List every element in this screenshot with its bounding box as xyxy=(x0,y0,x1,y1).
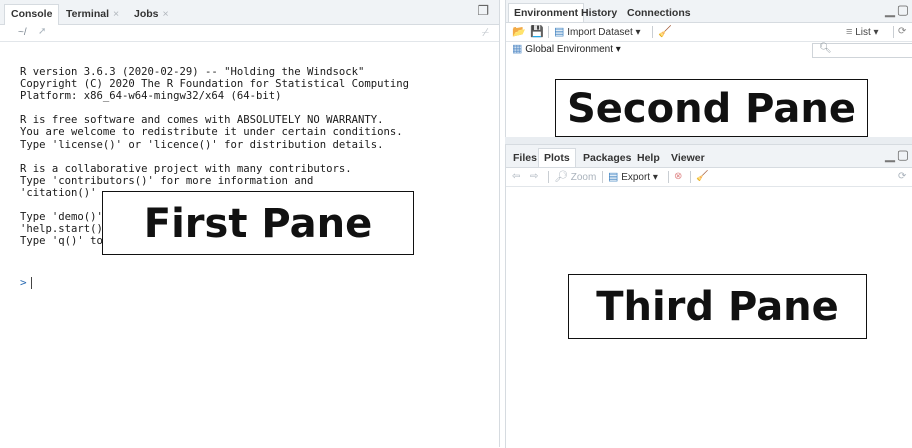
refresh-icon[interactable]: ⟳ xyxy=(898,26,906,37)
maximize-pane-icon[interactable]: ▢ xyxy=(897,2,909,18)
text-cursor xyxy=(30,277,32,289)
console-pane: Console Terminal × Jobs × ❐ ~/ ➚ ⌿ R versi… xyxy=(0,0,500,447)
toolbar-separator xyxy=(690,171,691,183)
console-line: R is free software and comes with ABSOLU… xyxy=(20,114,384,127)
clear-plots-icon[interactable]: 🧹 xyxy=(696,171,708,182)
tab-environment[interactable]: Environment xyxy=(508,3,585,22)
tab-packages[interactable]: Packages xyxy=(578,149,636,167)
tab-terminal[interactable]: Terminal × xyxy=(60,5,125,24)
zoom-button[interactable]: 🔎︎ Zoom xyxy=(554,171,596,183)
zoom-icon: 🔎︎ xyxy=(554,171,568,183)
import-dataset-icon: ▤ xyxy=(554,26,565,38)
console-subbar: ~/ ➚ ⌿ xyxy=(0,25,499,42)
tab-terminal-label: Terminal xyxy=(66,8,109,20)
load-workspace-icon[interactable]: 📂 xyxy=(512,26,526,38)
plots-toolbar: ⇦ ⇨ 🔎︎ Zoom ▤ Export ▾ ⊗ 🧹 ⟳ xyxy=(506,168,912,187)
next-plot-icon[interactable]: ⇨ xyxy=(530,171,538,182)
console-line: You are welcome to redistribute it under… xyxy=(20,126,403,139)
toolbar-separator xyxy=(548,26,549,38)
tab-connections[interactable]: Connections xyxy=(622,4,696,22)
import-dataset-button[interactable]: ▤ Import Dataset ▾ xyxy=(554,26,641,38)
close-icon[interactable]: × xyxy=(113,8,119,20)
files-tabbar: Files Plots Packages Help Viewer ▁ ▢ xyxy=(506,145,912,168)
clear-workspace-icon[interactable]: 🧹 xyxy=(658,26,672,38)
environment-toolbar: 📂 💾 ▤ Import Dataset ▾ 🧹 ≡ List ▾ ⟳ xyxy=(506,23,912,42)
remove-plot-icon[interactable]: ⊗ xyxy=(674,171,682,182)
goto-directory-icon[interactable]: ➚ xyxy=(38,26,46,37)
minimize-pane-icon[interactable]: ▁ xyxy=(885,2,895,18)
console-tabbar: Console Terminal × Jobs × ❐ xyxy=(0,0,499,25)
import-dataset-label: Import Dataset ▾ xyxy=(567,27,641,38)
export-button[interactable]: ▤ Export ▾ xyxy=(608,171,658,183)
view-mode-dropdown[interactable]: ≡ List ▾ xyxy=(846,26,879,38)
previous-plot-icon[interactable]: ⇦ xyxy=(512,171,520,182)
second-pane-label: Second Pane xyxy=(555,79,868,137)
console-prompt[interactable]: > xyxy=(20,276,32,289)
first-pane-label: First Pane xyxy=(102,191,414,255)
tab-console[interactable]: Console xyxy=(4,4,60,25)
environment-icon: ▦ xyxy=(512,43,523,55)
view-mode-label: List ▾ xyxy=(855,27,879,38)
export-icon: ▤ xyxy=(608,171,619,183)
toolbar-separator xyxy=(602,171,603,183)
tab-files[interactable]: Files xyxy=(508,149,542,167)
environment-tabbar: Environment History Connections ▁ ▢ xyxy=(506,0,912,23)
console-line: Platform: x86_64-w64-mingw32/x64 (64-bit… xyxy=(20,90,282,103)
tab-help[interactable]: Help xyxy=(632,149,665,167)
console-line: R is a collaborative project with many c… xyxy=(20,162,352,175)
tab-jobs-label: Jobs xyxy=(134,8,159,20)
environment-search-input[interactable]: 🔍︎ xyxy=(812,43,912,58)
toolbar-separator xyxy=(893,26,894,38)
toolbar-separator xyxy=(668,171,669,183)
restore-pane-icon[interactable]: ❐ xyxy=(477,3,489,19)
search-icon: 🔍︎ xyxy=(819,43,832,54)
toolbar-separator xyxy=(548,171,549,183)
clear-console-icon[interactable]: ⌿ xyxy=(482,25,489,40)
tab-jobs[interactable]: Jobs × xyxy=(128,5,175,24)
export-label: Export ▾ xyxy=(621,172,658,183)
close-icon[interactable]: × xyxy=(163,8,169,20)
refresh-icon[interactable]: ⟳ xyxy=(898,171,906,182)
console-line: R version 3.6.3 (2020-02-29) -- "Holding… xyxy=(20,66,365,78)
zoom-label: Zoom xyxy=(570,172,597,183)
environment-scope-bar: ▦ Global Environment ▾ 🔍︎ xyxy=(506,42,912,58)
tab-plots[interactable]: Plots xyxy=(538,148,576,167)
list-icon: ≡ xyxy=(846,26,853,38)
global-environment-label: Global Environment ▾ xyxy=(525,44,621,55)
tab-viewer[interactable]: Viewer xyxy=(666,149,710,167)
global-environment-dropdown[interactable]: ▦ Global Environment ▾ xyxy=(512,43,621,55)
pane-splitter[interactable] xyxy=(505,137,912,144)
console-line: Type 'license()' or 'licence()' for dist… xyxy=(20,138,384,151)
maximize-pane-icon[interactable]: ▢ xyxy=(897,147,909,163)
toolbar-separator xyxy=(652,26,653,38)
tab-console-label: Console xyxy=(11,8,53,20)
third-pane-label: Third Pane xyxy=(568,274,867,339)
working-directory-path: ~/ xyxy=(18,27,27,38)
console-line: Type 'contributors()' for more informati… xyxy=(20,174,314,187)
minimize-pane-icon[interactable]: ▁ xyxy=(885,147,895,163)
save-workspace-icon[interactable]: 💾 xyxy=(530,26,544,38)
console-line: Copyright (C) 2020 The R Foundation for … xyxy=(20,78,410,91)
tab-history[interactable]: History xyxy=(576,4,622,22)
prompt-symbol: > xyxy=(20,276,27,289)
